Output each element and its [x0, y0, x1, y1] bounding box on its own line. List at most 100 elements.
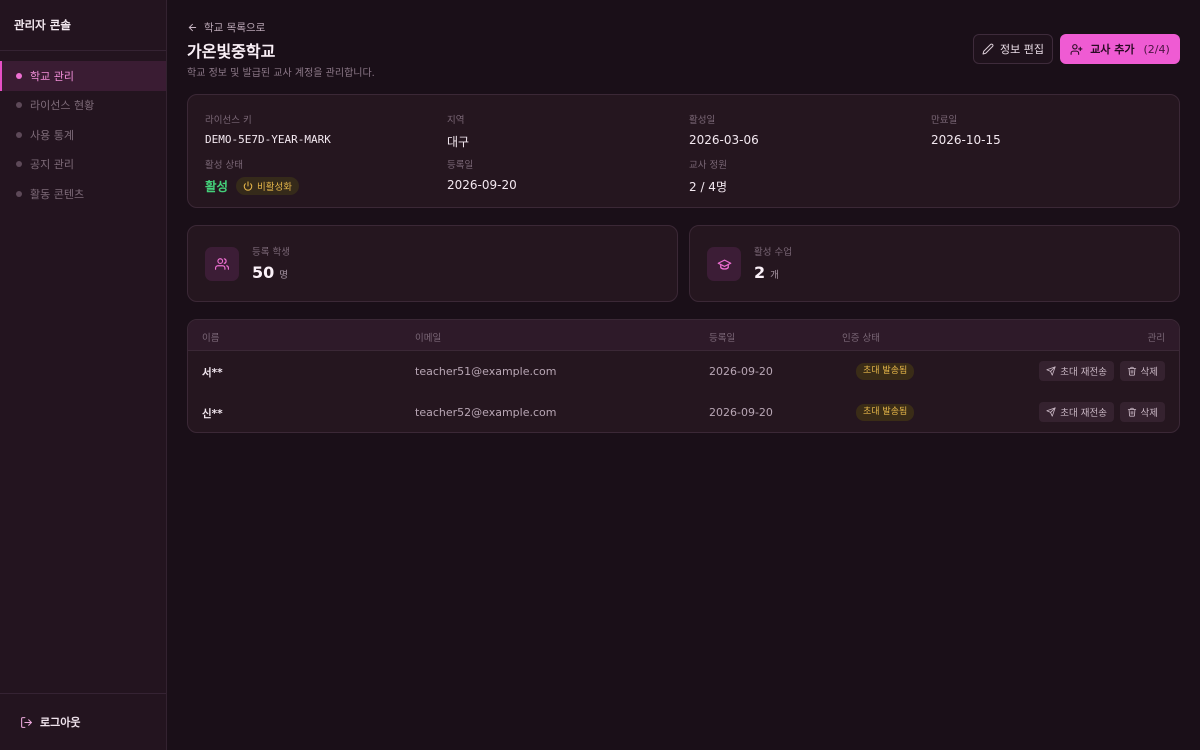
send-icon [1046, 407, 1056, 417]
teacher-name: 서** [202, 367, 223, 379]
sidebar-item-label: 학교 관리 [30, 69, 74, 83]
sidebar-item-label: 공지 관리 [30, 158, 74, 172]
registered-value: 2026-09-20 [447, 178, 517, 192]
status-field: 활성 상태 활성 비활성화 [205, 157, 299, 195]
classes-stat-card: 활성 수업 2개 [689, 225, 1180, 302]
classes-label: 활성 수업 [754, 247, 792, 258]
classes-icon-box [707, 247, 741, 281]
expires-field: 만료일 2026-10-15 [931, 112, 1001, 147]
users-icon [215, 258, 229, 270]
sidebar-item-notices[interactable]: 공지 관리 [0, 150, 166, 180]
resend-invite-label: 초대 재전송 [1060, 408, 1107, 419]
col-status: 인증 상태 [842, 333, 880, 344]
activated-value: 2026-03-06 [689, 133, 759, 147]
activated-label: 활성일 [689, 115, 716, 126]
logout-button[interactable]: 로그아웃 [0, 693, 166, 750]
sidebar-item-licenses[interactable]: 라이선스 현황 [0, 91, 166, 121]
students-label: 등록 학생 [252, 247, 290, 258]
teacher-quota-value: 2 / 4명 [689, 180, 727, 194]
status-label: 활성 상태 [205, 160, 243, 171]
students-icon-box [205, 247, 239, 281]
logout-label: 로그아웃 [40, 716, 81, 729]
delete-teacher-label: 삭제 [1140, 367, 1158, 378]
resend-invite-label: 초대 재전송 [1060, 367, 1107, 378]
sidebar: 관리자 콘솔 학교 관리 라이선스 현황 사용 통계 공지 관리 활동 콘텐츠 … [0, 0, 167, 750]
table-row: 서** teacher51@example.com 2026-09-20 초대 … [188, 351, 1179, 392]
nav-dot-icon [16, 131, 22, 138]
school-info-card: 라이선스 키 DEMO-5E7D-YEAR-MARK 지역 대구 활성일 202… [187, 94, 1180, 208]
col-name: 이름 [202, 333, 220, 344]
students-value: 50 [252, 263, 275, 282]
activated-field: 활성일 2026-03-06 [689, 112, 759, 147]
teacher-date: 2026-09-20 [709, 406, 773, 419]
add-teacher-label: 교사 추가 [1090, 43, 1135, 56]
classes-value-wrap: 2개 [754, 263, 779, 282]
brand-title: 관리자 콘솔 [0, 0, 166, 51]
region-field: 지역 대구 [447, 112, 469, 150]
expires-value: 2026-10-15 [931, 133, 1001, 147]
edit-info-button[interactable]: 정보 편집 [973, 34, 1053, 64]
add-teacher-button[interactable]: 교사 추가 (2/4) [1060, 34, 1180, 64]
nav-dot-icon [16, 161, 22, 168]
teacher-email: teacher52@example.com [415, 406, 557, 419]
sidebar-item-usage-stats[interactable]: 사용 통계 [0, 120, 166, 150]
page-title: 가온빛중학교 [187, 42, 276, 61]
students-unit: 명 [279, 270, 289, 281]
classes-value: 2 [754, 263, 766, 282]
students-stat-card: 등록 학생 50 명 [187, 225, 678, 302]
nav-dot-icon [16, 102, 22, 109]
back-link[interactable]: 학교 목록으로 [187, 20, 265, 35]
sidebar-item-label: 라이선스 현황 [30, 99, 95, 113]
nav-dot-icon [16, 190, 22, 197]
status-badge: 초대 발송됨 [856, 363, 915, 380]
license-key-field: 라이선스 키 DEMO-5E7D-YEAR-MARK [205, 112, 331, 146]
pencil-icon [982, 43, 994, 55]
status-value: 활성 [205, 179, 229, 194]
trash-icon [1127, 366, 1136, 376]
license-key-label: 라이선스 키 [205, 115, 252, 126]
delete-teacher-button[interactable]: 삭제 [1119, 402, 1165, 422]
teachers-table: 이름 이메일 등록일 인증 상태 관리 서** teacher51@exampl… [187, 319, 1180, 433]
delete-teacher-button[interactable]: 삭제 [1119, 361, 1165, 381]
delete-teacher-label: 삭제 [1140, 408, 1158, 419]
send-icon [1046, 366, 1056, 376]
col-manage: 관리 [1147, 333, 1165, 344]
arrow-left-icon [188, 23, 197, 32]
teacher-quota-label: 교사 정원 [689, 160, 727, 171]
sidebar-item-label: 사용 통계 [30, 128, 74, 142]
status-badge: 초대 발송됨 [856, 404, 915, 421]
registered-label: 등록일 [447, 160, 474, 171]
registered-field: 등록일 2026-09-20 [447, 157, 517, 192]
license-key-value: DEMO-5E7D-YEAR-MARK [205, 133, 331, 146]
teacher-count: (2/4) [1143, 42, 1170, 56]
table-row: 신** teacher52@example.com 2026-09-20 초대 … [188, 392, 1179, 432]
sidebar-nav: 학교 관리 라이선스 현황 사용 통계 공지 관리 활동 콘텐츠 [0, 51, 166, 209]
region-value: 대구 [447, 135, 470, 149]
resend-invite-button[interactable]: 초대 재전송 [1039, 361, 1114, 381]
logout-icon [21, 716, 32, 728]
edit-info-label: 정보 편집 [1000, 43, 1044, 56]
teacher-email: teacher51@example.com [415, 365, 557, 378]
teacher-quota-field: 교사 정원 2 / 4명 [689, 157, 727, 195]
table-header: 이름 이메일 등록일 인증 상태 관리 [188, 320, 1179, 351]
sidebar-item-schools[interactable]: 학교 관리 [0, 61, 166, 91]
trash-icon [1127, 407, 1136, 417]
students-value-wrap: 50 명 [252, 263, 288, 282]
user-plus-icon [1070, 43, 1083, 55]
sidebar-item-activity-content[interactable]: 활동 콘텐츠 [0, 179, 166, 209]
resend-invite-button[interactable]: 초대 재전송 [1039, 402, 1114, 422]
teacher-name: 신** [202, 408, 223, 420]
col-email: 이메일 [415, 333, 442, 344]
graduation-cap-icon [717, 259, 731, 270]
teacher-date: 2026-09-20 [709, 365, 773, 378]
back-link-label: 학교 목록으로 [204, 22, 266, 34]
deactivate-button[interactable]: 비활성화 [236, 176, 299, 195]
region-label: 지역 [447, 115, 465, 126]
power-icon [243, 180, 253, 191]
sidebar-item-label: 활동 콘텐츠 [30, 187, 85, 201]
page-subtitle: 학교 정보 및 발급된 교사 계정을 관리합니다. [187, 68, 375, 79]
col-date: 등록일 [709, 333, 736, 344]
nav-dot-icon [16, 72, 22, 79]
classes-unit: 개 [770, 270, 779, 281]
expires-label: 만료일 [931, 115, 958, 126]
